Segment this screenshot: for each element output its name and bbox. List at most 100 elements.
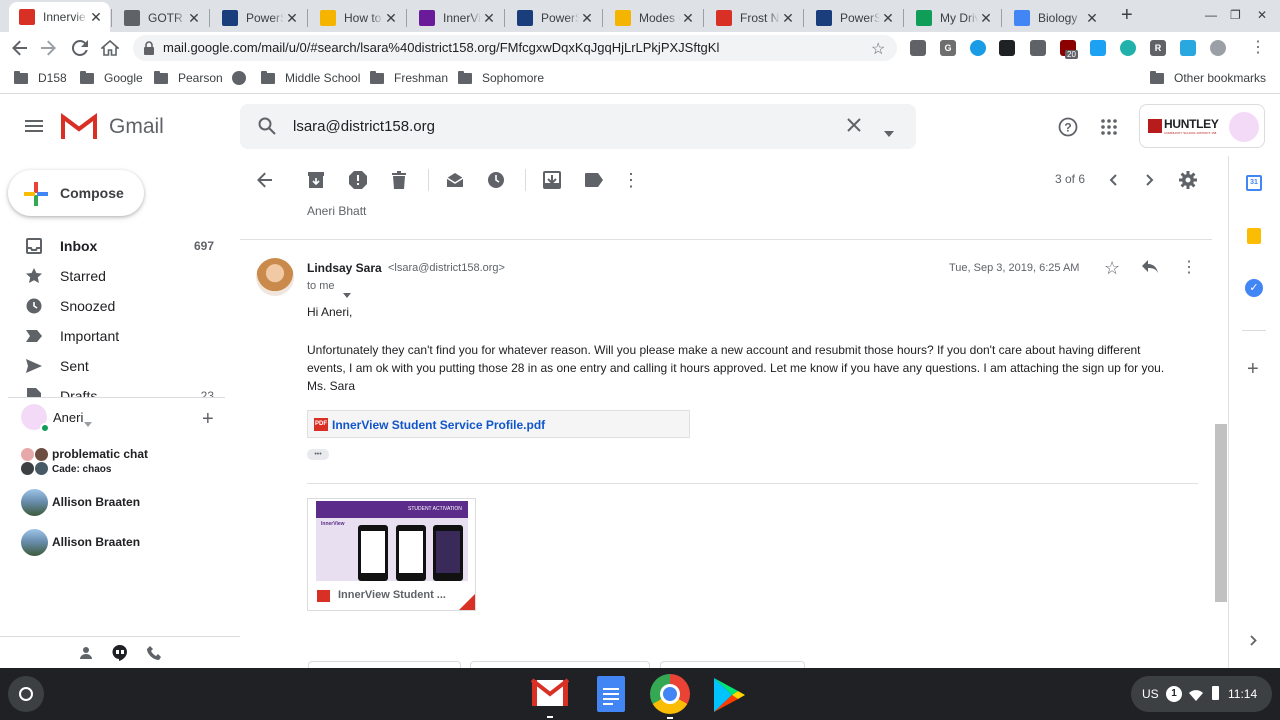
nav-item-important[interactable]: Important: [0, 321, 228, 351]
close-tab-icon[interactable]: ✕: [284, 10, 300, 27]
address-bar[interactable]: mail.google.com/mail/u/0/#search/lsara%4…: [133, 35, 897, 61]
chevron-down-icon[interactable]: [343, 285, 351, 303]
main-menu-icon[interactable]: [24, 117, 44, 135]
profile-icon[interactable]: [1210, 40, 1226, 56]
move-to-icon[interactable]: [542, 170, 562, 190]
bookmark-d158[interactable]: D158: [14, 70, 67, 85]
calendar-icon[interactable]: 31: [1246, 175, 1262, 191]
docs-app-icon[interactable]: [597, 676, 625, 712]
close-tab-icon[interactable]: ✕: [186, 10, 202, 27]
hangouts-user[interactable]: Aneri: [53, 410, 83, 425]
help-icon[interactable]: ?: [1057, 116, 1079, 138]
bookmark-pearson[interactable]: Pearson: [154, 70, 223, 85]
delete-icon[interactable]: [389, 170, 409, 190]
show-trimmed-content-button[interactable]: •••: [307, 449, 329, 460]
close-tab-icon[interactable]: ✕: [383, 10, 399, 27]
close-tab-icon[interactable]: ✕: [880, 10, 896, 27]
extension-icon[interactable]: [1180, 40, 1196, 56]
clear-search-icon[interactable]: [846, 117, 862, 138]
nav-item-clock[interactable]: Snoozed: [0, 291, 228, 321]
back-to-search-icon[interactable]: [255, 170, 275, 190]
bookmark-star-icon[interactable]: ☆: [871, 39, 885, 59]
tab-7[interactable]: Modes c ✕: [605, 4, 702, 32]
bookmark-middle-school[interactable]: Middle School: [261, 70, 360, 85]
search-icon[interactable]: [258, 117, 276, 140]
nav-item-draft[interactable]: Drafts 23: [0, 381, 228, 397]
message-more-icon[interactable]: ⋮: [1181, 259, 1197, 277]
extension-icon[interactable]: [1030, 40, 1046, 56]
close-tab-icon[interactable]: ✕: [780, 10, 796, 27]
account-switcher[interactable]: HUNTLEY COMMUNITY SCHOOL DISTRICT 158: [1139, 104, 1265, 148]
tab-10[interactable]: My Driv ✕: [906, 4, 1000, 32]
settings-gear-icon[interactable]: [1178, 170, 1198, 190]
keep-icon[interactable]: [1247, 228, 1261, 244]
compose-button[interactable]: Compose: [8, 170, 144, 216]
gmail-logo-icon[interactable]: [61, 113, 97, 139]
tasks-icon[interactable]: ✓: [1245, 279, 1263, 297]
tab-2[interactable]: GOTR Le✕: [114, 4, 208, 32]
chevron-down-icon[interactable]: [84, 414, 92, 432]
nav-item-send[interactable]: Sent: [0, 351, 228, 381]
recipients-toggle[interactable]: to me: [307, 280, 335, 292]
close-tab-icon[interactable]: ✕: [481, 10, 497, 27]
close-tab-icon[interactable]: ✕: [680, 10, 696, 27]
chrome-app-icon[interactable]: [650, 674, 690, 714]
chrome-menu-icon[interactable]: ⋮: [1250, 38, 1266, 58]
tab-6[interactable]: PowerS ✕: [507, 4, 601, 32]
close-tab-icon[interactable]: ✕: [978, 10, 994, 27]
other-bookmarks[interactable]: Other bookmarks: [1150, 70, 1266, 85]
sender-avatar[interactable]: [256, 258, 294, 296]
phone-icon[interactable]: [147, 646, 161, 665]
reload-icon[interactable]: [69, 37, 91, 59]
contacts-icon[interactable]: [79, 646, 93, 665]
chat-name[interactable]: Allison Braaten: [52, 535, 140, 549]
search-options-icon[interactable]: [884, 124, 894, 142]
restore-icon[interactable]: ❐: [1230, 8, 1241, 22]
play-store-icon[interactable]: [711, 676, 749, 714]
tab-4[interactable]: How to ✕: [310, 4, 405, 32]
extension-icon[interactable]: [1120, 40, 1136, 56]
archive-icon[interactable]: [306, 170, 326, 190]
tab-3[interactable]: PowerS ✕: [212, 4, 306, 32]
extension-icon[interactable]: [1090, 40, 1106, 56]
mark-unread-icon[interactable]: [445, 170, 465, 190]
tab-1[interactable]: Innervie ✕: [9, 2, 110, 32]
reply-icon[interactable]: [1142, 260, 1158, 279]
tab-9[interactable]: PowerS ✕: [806, 4, 902, 32]
gmail-app-icon[interactable]: [530, 677, 570, 718]
more-options-icon[interactable]: ⋮: [621, 170, 641, 190]
attachment-link[interactable]: InnerView Student Service Profile.pdf: [332, 418, 545, 432]
forward-icon[interactable]: [37, 37, 59, 59]
minimize-icon[interactable]: —: [1205, 8, 1217, 22]
bookmark-google[interactable]: Google: [80, 70, 143, 85]
launcher-button[interactable]: [8, 676, 44, 712]
apps-grid-icon[interactable]: [1099, 117, 1119, 137]
extension-icon[interactable]: [999, 40, 1015, 56]
extension-icon[interactable]: [970, 40, 986, 56]
star-icon[interactable]: ☆: [1104, 258, 1120, 278]
close-tab-icon[interactable]: ✕: [88, 9, 104, 26]
expand-panel-icon[interactable]: [1250, 633, 1257, 651]
bookmark-freshman[interactable]: Freshman: [370, 70, 448, 85]
newer-icon[interactable]: [1103, 170, 1123, 190]
hangouts-icon[interactable]: [112, 644, 128, 666]
collapsed-message-sender[interactable]: Aneri Bhatt: [307, 204, 366, 218]
tab-8[interactable]: Frost N ✕: [706, 4, 802, 32]
new-tab-icon[interactable]: +: [1121, 4, 1133, 26]
label-icon[interactable]: [584, 170, 604, 190]
search-input[interactable]: lsara@district158.org: [293, 118, 435, 135]
search-bar[interactable]: lsara@district158.org: [240, 104, 916, 149]
bookmark-globe[interactable]: [232, 71, 246, 85]
add-chat-icon[interactable]: +: [202, 409, 214, 429]
nav-item-inbox[interactable]: Inbox 697: [0, 231, 228, 261]
chat-name[interactable]: problematic chat: [52, 447, 148, 461]
close-tab-icon[interactable]: ✕: [1084, 10, 1100, 27]
snooze-icon[interactable]: [486, 170, 506, 190]
avatar[interactable]: [1229, 112, 1259, 142]
report-spam-icon[interactable]: [348, 170, 368, 190]
tab-5[interactable]: InnerVie✕: [409, 4, 503, 32]
extension-r-icon[interactable]: R: [1150, 40, 1166, 56]
home-icon[interactable]: [99, 37, 121, 59]
scrollbar-thumb[interactable]: [1215, 424, 1227, 602]
close-tab-icon[interactable]: ✕: [579, 10, 595, 27]
